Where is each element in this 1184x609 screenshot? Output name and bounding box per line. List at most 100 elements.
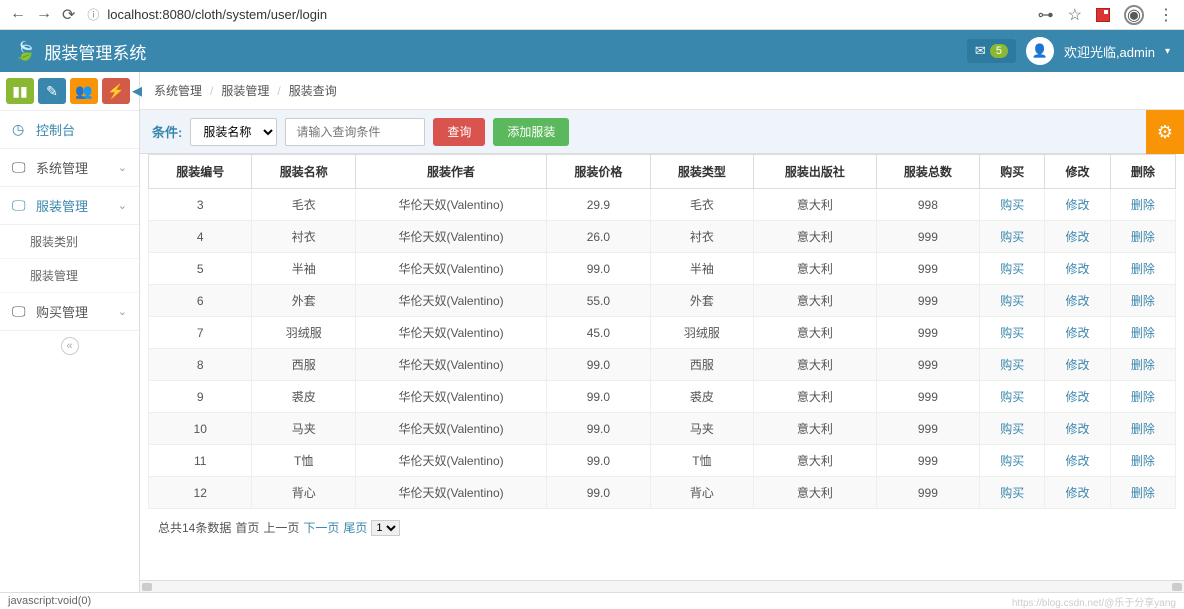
sidebar-item-dashboard[interactable]: ◷ 控制台 (0, 111, 139, 149)
stats-button[interactable]: ▮▮ (6, 78, 34, 104)
info-icon: ⓘ (87, 6, 99, 23)
buy-link[interactable]: 购买 (1000, 454, 1024, 468)
filter-field-select[interactable]: 服装名称 (190, 118, 277, 146)
buy-link[interactable]: 购买 (1000, 198, 1024, 212)
delete-link[interactable]: 删除 (1131, 486, 1155, 500)
address-bar[interactable]: ⓘ localhost:8080/cloth/system/user/login (87, 6, 1025, 23)
filter-input[interactable] (285, 118, 425, 146)
delete-link[interactable]: 删除 (1131, 358, 1155, 372)
breadcrumb-item[interactable]: 系统管理 (154, 82, 202, 99)
buy-link[interactable]: 购买 (1000, 294, 1024, 308)
table-row: 6 外套 华伦天奴(Valentino) 55.0 外套 意大利 999 购买 … (149, 285, 1176, 317)
cell-publisher: 意大利 (754, 285, 877, 317)
cell-name: 西服 (252, 349, 355, 381)
gear-icon: ⚙ (1157, 122, 1173, 143)
key-icon[interactable]: ⊶ (1038, 5, 1054, 25)
cell-name: 裘皮 (252, 381, 355, 413)
forward-button[interactable]: → (36, 5, 52, 25)
mail-button[interactable]: ✉ 5 (967, 39, 1016, 63)
mail-icon: ✉ (975, 43, 986, 59)
buy-link[interactable]: 购买 (1000, 422, 1024, 436)
users-button[interactable]: 👥 (70, 78, 98, 104)
edit-link[interactable]: 修改 (1066, 326, 1090, 340)
buy-link[interactable]: 购买 (1000, 230, 1024, 244)
profile-icon[interactable]: ◉ (1124, 5, 1144, 25)
dashboard-icon: ◷ (12, 121, 28, 138)
sidebar-collapse[interactable]: « (0, 331, 139, 361)
delete-link[interactable]: 删除 (1131, 326, 1155, 340)
edit-link[interactable]: 修改 (1066, 358, 1090, 372)
edit-link[interactable]: 修改 (1066, 454, 1090, 468)
page-select[interactable]: 1 (371, 520, 400, 536)
delete-link[interactable]: 删除 (1131, 294, 1155, 308)
delete-link[interactable]: 删除 (1131, 230, 1155, 244)
cell-id: 4 (149, 221, 252, 253)
sidebar-subitem-manage[interactable]: 服装管理 (0, 259, 139, 293)
breadcrumb-collapse-icon[interactable]: ◂ (140, 78, 142, 103)
chevron-down-icon: ⌄ (118, 305, 127, 318)
buy-link[interactable]: 购买 (1000, 326, 1024, 340)
edit-link[interactable]: 修改 (1066, 198, 1090, 212)
buy-link[interactable]: 购买 (1000, 486, 1024, 500)
user-avatar[interactable]: 👤 (1026, 37, 1054, 65)
delete-link[interactable]: 删除 (1131, 422, 1155, 436)
star-icon[interactable]: ☆ (1068, 5, 1082, 25)
reload-button[interactable]: ⟳ (62, 5, 75, 25)
back-button[interactable]: ← (10, 5, 26, 25)
cell-id: 6 (149, 285, 252, 317)
buy-link[interactable]: 购买 (1000, 390, 1024, 404)
cell-price: 99.0 (547, 381, 650, 413)
edit-link[interactable]: 修改 (1066, 294, 1090, 308)
cell-name: 外套 (252, 285, 355, 317)
sidebar-item-clothing[interactable]: 🖵 服装管理 ⌄ (0, 187, 139, 225)
delete-link[interactable]: 删除 (1131, 198, 1155, 212)
horizontal-scrollbar[interactable] (140, 580, 1184, 592)
sidebar-subitem-category[interactable]: 服装类别 (0, 225, 139, 259)
sidebar-quick-buttons: ▮▮ ✎ 👥 ⚡ (0, 72, 139, 111)
cell-publisher: 意大利 (754, 477, 877, 509)
extension-icon[interactable] (1096, 8, 1110, 22)
breadcrumb-item[interactable]: 服装管理 (221, 82, 269, 99)
sidebar: ▮▮ ✎ 👥 ⚡ ◷ 控制台 🖵 系统管理 ⌄ 🖵 服装管理 ⌄ 服装类别 (0, 72, 140, 592)
table-row: 7 羽绒服 华伦天奴(Valentino) 45.0 羽绒服 意大利 999 购… (149, 317, 1176, 349)
cell-author: 华伦天奴(Valentino) (355, 413, 546, 445)
edit-button[interactable]: ✎ (38, 78, 66, 104)
search-button[interactable]: 查询 (433, 118, 485, 146)
first-page[interactable]: 首页 (235, 519, 259, 536)
cell-name: 背心 (252, 477, 355, 509)
cell-id: 7 (149, 317, 252, 349)
edit-link[interactable]: 修改 (1066, 230, 1090, 244)
edit-link[interactable]: 修改 (1066, 390, 1090, 404)
monitor-icon: 🖵 (12, 197, 28, 214)
cell-publisher: 意大利 (754, 221, 877, 253)
edit-link[interactable]: 修改 (1066, 486, 1090, 500)
delete-link[interactable]: 删除 (1131, 262, 1155, 276)
sidebar-item-system[interactable]: 🖵 系统管理 ⌄ (0, 149, 139, 187)
next-page[interactable]: 下一页 (303, 519, 339, 536)
last-page[interactable]: 尾页 (343, 519, 367, 536)
separator: / (277, 84, 280, 98)
settings-button[interactable]: ⚙ (1146, 110, 1184, 154)
menu-icon[interactable]: ⋮ (1158, 5, 1174, 25)
cell-author: 华伦天奴(Valentino) (355, 221, 546, 253)
sidebar-item-purchase[interactable]: 🖵 购买管理 ⌄ (0, 293, 139, 331)
table-row: 12 背心 华伦天奴(Valentino) 99.0 背心 意大利 999 购买… (149, 477, 1176, 509)
prev-page[interactable]: 上一页 (263, 519, 299, 536)
url-text: localhost:8080/cloth/system/user/login (107, 7, 327, 22)
share-button[interactable]: ⚡ (102, 78, 130, 104)
pagination: 总共14条数据首页 上一页 下一页 尾页 1 (148, 509, 1176, 546)
buy-link[interactable]: 购买 (1000, 262, 1024, 276)
cell-type: 西服 (650, 349, 753, 381)
cell-total: 999 (876, 381, 979, 413)
delete-link[interactable]: 删除 (1131, 390, 1155, 404)
buy-link[interactable]: 购买 (1000, 358, 1024, 372)
edit-link[interactable]: 修改 (1066, 262, 1090, 276)
app-title: 服装管理系统 (44, 39, 146, 64)
edit-link[interactable]: 修改 (1066, 422, 1090, 436)
breadcrumb-item: 服装查询 (289, 82, 337, 99)
nav-label: 服装管理 (36, 196, 88, 215)
add-button[interactable]: 添加服装 (493, 118, 569, 146)
welcome-text: 欢迎光临,admin (1064, 42, 1155, 61)
delete-link[interactable]: 删除 (1131, 454, 1155, 468)
chevron-down-icon[interactable]: ▾ (1165, 46, 1170, 57)
